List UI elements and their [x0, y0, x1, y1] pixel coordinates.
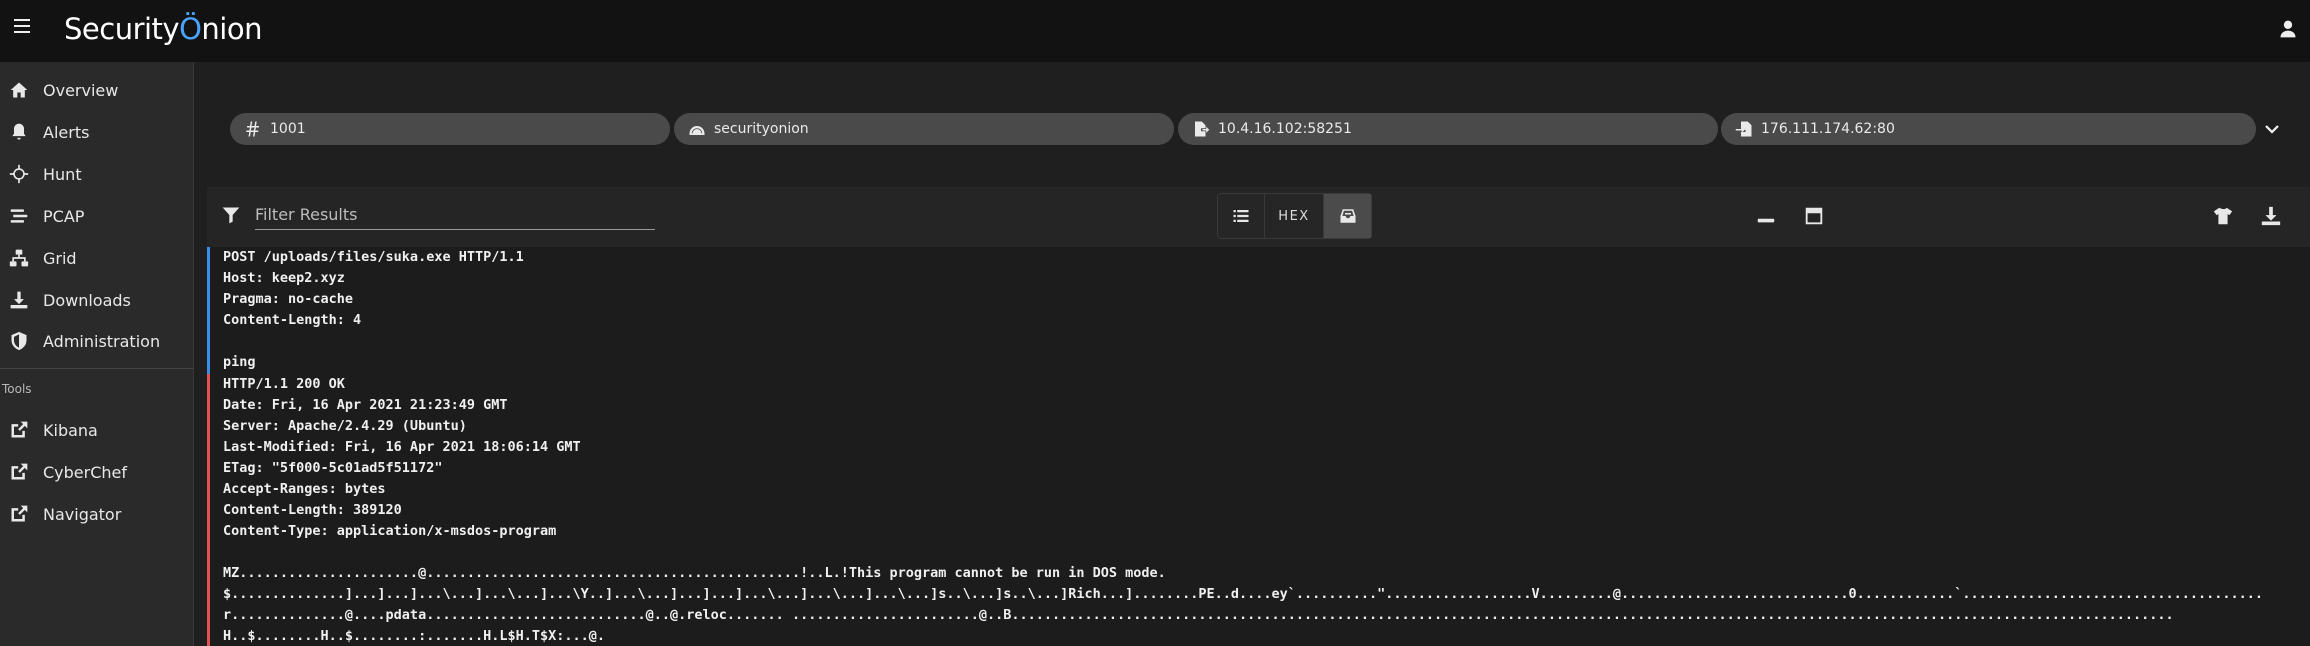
sitemap-icon	[9, 249, 29, 267]
file-export-icon	[1195, 121, 1210, 137]
onion-swirl-icon: Ö	[179, 12, 202, 46]
stream-line: HTTP/1.1 200 OK	[223, 376, 345, 392]
sidebar-item-hunt[interactable]: Hunt	[0, 154, 194, 194]
sensor-icon	[689, 126, 705, 135]
main-content: 1001 securityonion 10.4.16.102:58251 176…	[195, 62, 2310, 646]
chip-id: 1001	[230, 113, 670, 145]
stream-toolbar: HEX	[207, 187, 2310, 247]
filter-results-input[interactable]	[255, 200, 655, 230]
stream-line: Server: Apache/2.4.29 (Ubuntu)	[223, 418, 467, 434]
stream-line: $..............]...]...]...\...]...\...]…	[223, 586, 2264, 602]
stream-line: Content-Length: 4	[223, 312, 362, 328]
shirt-icon[interactable]	[2212, 205, 2234, 227]
hex-view-button[interactable]: HEX	[1265, 194, 1325, 238]
sidebar-item-label: Administration	[43, 331, 161, 351]
stream-line: r..............@....pdata...............…	[223, 607, 2174, 623]
list-icon	[1233, 210, 1249, 222]
stream-line: Pragma: no-cache	[223, 291, 354, 307]
sidebar-item-alerts[interactable]: Alerts	[0, 112, 194, 152]
sidebar-item-administration[interactable]: Administration	[0, 321, 194, 361]
list-view-button[interactable]	[1218, 194, 1265, 238]
stream-line: Content-Type: application/x-msdos-progra…	[223, 523, 557, 539]
stream-line: Content-Length: 389120	[223, 502, 402, 518]
tools-header: Tools	[2, 382, 32, 396]
sidebar-item-navigator[interactable]: Navigator	[0, 494, 194, 534]
sidebar-divider	[0, 368, 194, 369]
top-app-bar: SecurityÖnion	[0, 0, 2310, 62]
view-mode-toggle: HEX	[1217, 193, 1372, 239]
window-icon[interactable]	[1803, 205, 1825, 227]
stream-line: H..$........H..$........:.......H.L$H.T$…	[223, 628, 606, 644]
external-link-icon	[11, 421, 28, 438]
external-link-icon	[11, 463, 28, 480]
logo-text-part2: nion	[201, 12, 262, 46]
inbox-view-button[interactable]	[1324, 194, 1371, 238]
security-onion-logo[interactable]: SecurityÖnion	[64, 12, 262, 46]
minimize-icon[interactable]	[1755, 205, 1777, 227]
chip-sensor: securityonion	[674, 113, 1174, 145]
sidebar-item-label: CyberChef	[43, 462, 128, 482]
download-icon[interactable]	[2260, 205, 2282, 227]
chip-destination: 176.111.174.62:80	[1721, 113, 2256, 145]
sidebar-item-downloads[interactable]: Downloads	[0, 280, 194, 320]
response-segment: HTTP/1.1 200 OK Date: Fri, 16 Apr 2021 2…	[207, 374, 2310, 646]
sidebar-item-label: Grid	[43, 248, 77, 268]
filter-icon	[222, 207, 240, 224]
sidebar-item-label: Overview	[43, 80, 119, 100]
file-import-icon	[1735, 121, 1752, 137]
stream-line: Date: Fri, 16 Apr 2021 21:23:49 GMT	[223, 397, 508, 413]
stream-line: Accept-Ranges: bytes	[223, 481, 386, 497]
stream-line: Host: keep2.xyz	[223, 270, 345, 286]
chip-id-value: 1001	[270, 121, 306, 137]
external-link-icon	[11, 505, 28, 522]
bell-icon	[12, 123, 26, 140]
sidebar-item-pcap[interactable]: PCAP	[0, 196, 194, 236]
chip-source-value: 10.4.16.102:58251	[1218, 121, 1352, 137]
request-segment: POST /uploads/files/suka.exe HTTP/1.1 Ho…	[207, 247, 2310, 374]
chip-sensor-value: securityonion	[714, 121, 809, 137]
logo-text-part1: Security	[64, 12, 180, 46]
stream-line: POST /uploads/files/suka.exe HTTP/1.1	[223, 249, 524, 265]
pcap-stream-view: POST /uploads/files/suka.exe HTTP/1.1 Ho…	[207, 247, 2310, 646]
stream-line: ETag: "5f000-5c01ad5f51172"	[223, 460, 443, 476]
stream-icon	[10, 209, 28, 223]
download-icon	[10, 291, 28, 309]
shield-icon	[11, 331, 27, 351]
hash-icon	[246, 121, 259, 137]
stream-line: MZ......................@...............…	[223, 565, 1166, 581]
chevron-down-icon[interactable]	[2263, 120, 2281, 138]
sidebar-item-label: Kibana	[43, 420, 98, 440]
menu-icon[interactable]	[14, 19, 30, 33]
sidebar-item-label: Alerts	[43, 122, 90, 142]
sidebar-item-overview[interactable]: Overview	[0, 70, 194, 110]
chip-destination-value: 176.111.174.62:80	[1761, 121, 1895, 137]
inbox-icon	[1340, 209, 1356, 223]
sidebar: Overview Alerts Hunt PCAP Grid Downloads…	[0, 62, 194, 646]
sidebar-item-cyberchef[interactable]: CyberChef	[0, 452, 194, 492]
stream-line: Last-Modified: Fri, 16 Apr 2021 18:06:14…	[223, 439, 581, 455]
stream-line: ping	[223, 354, 256, 370]
sidebar-item-label: Downloads	[43, 290, 131, 310]
chip-source: 10.4.16.102:58251	[1178, 113, 1718, 145]
sidebar-item-kibana[interactable]: Kibana	[0, 410, 194, 450]
sidebar-item-label: Navigator	[43, 504, 122, 524]
user-account-icon[interactable]	[2278, 19, 2298, 39]
sidebar-item-label: PCAP	[43, 206, 85, 226]
home-icon	[10, 82, 28, 98]
sidebar-item-label: Hunt	[43, 164, 82, 184]
sidebar-item-grid[interactable]: Grid	[0, 238, 194, 278]
crosshairs-icon	[9, 164, 29, 184]
